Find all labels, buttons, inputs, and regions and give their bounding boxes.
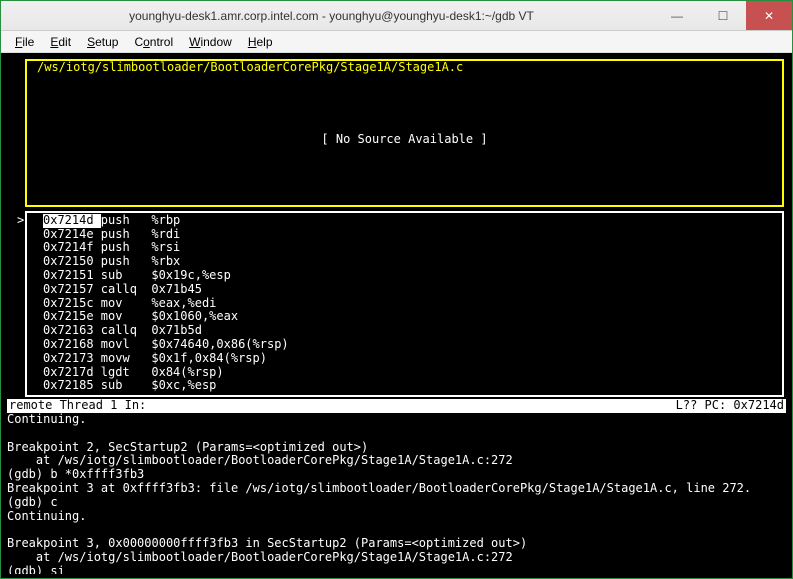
asm-row: 0x7217d lgdt 0x84(%rsp): [31, 366, 778, 380]
asm-marker: [17, 283, 29, 297]
asm-address: 0x7214f: [43, 241, 101, 255]
asm-row: 0x7215c mov %eax,%edi: [31, 297, 778, 311]
asm-instruction: callq 0x71b45: [101, 282, 202, 296]
asm-instruction: mov $0x1060,%eax: [101, 309, 238, 323]
window-title: younghyu-desk1.amr.corp.intel.com - youn…: [9, 9, 654, 23]
asm-row: 0x7215e mov $0x1060,%eax: [31, 310, 778, 324]
terminal[interactable]: /ws/iotg/slimbootloader/BootloaderCorePk…: [1, 53, 792, 578]
asm-instruction: sub $0xc,%esp: [101, 378, 217, 392]
console-line: (gdb) si: [7, 565, 786, 574]
console-line: [7, 523, 786, 537]
asm-instruction: sub $0x19c,%esp: [101, 268, 231, 282]
asm-instruction: push %rsi: [101, 240, 180, 254]
console-line: (gdb) b *0xffff3fb3: [7, 468, 786, 482]
asm-address: 0x72173: [43, 352, 101, 366]
app-window: younghyu-desk1.amr.corp.intel.com - youn…: [0, 0, 793, 579]
asm-row: 0x72150 push %rbx: [31, 255, 778, 269]
asm-row: >0x7214d push %rbp: [31, 214, 778, 228]
asm-row: 0x72185 sub $0xc,%esp: [31, 379, 778, 393]
asm-address: 0x7214e: [43, 228, 101, 242]
asm-instruction: push %rbx: [101, 254, 180, 268]
asm-marker: [17, 324, 29, 338]
minimize-button[interactable]: —: [654, 1, 700, 30]
console-line: (gdb) c: [7, 496, 786, 510]
status-thread: remote Thread 1 In:: [9, 399, 676, 413]
source-pane: /ws/iotg/slimbootloader/BootloaderCorePk…: [25, 59, 784, 207]
asm-row: 0x72151 sub $0x19c,%esp: [31, 269, 778, 283]
asm-marker: [17, 338, 29, 352]
source-path: /ws/iotg/slimbootloader/BootloaderCorePk…: [33, 61, 467, 75]
asm-instruction: push %rdi: [101, 227, 180, 241]
asm-address: 0x72157: [43, 283, 101, 297]
asm-row: 0x72163 callq 0x71b5d: [31, 324, 778, 338]
source-message: [ No Source Available ]: [27, 75, 782, 205]
console-line: Continuing.: [7, 510, 786, 524]
console-line: at /ws/iotg/slimbootloader/BootloaderCor…: [7, 454, 786, 468]
asm-instruction: mov %eax,%edi: [101, 296, 217, 310]
gdb-console[interactable]: Continuing. Breakpoint 2, SecStartup2 (P…: [7, 413, 786, 574]
menu-file[interactable]: File: [9, 33, 40, 51]
titlebar[interactable]: younghyu-desk1.amr.corp.intel.com - youn…: [1, 1, 792, 31]
asm-instruction: lgdt 0x84(%rsp): [101, 365, 224, 379]
maximize-button[interactable]: ☐: [700, 1, 746, 30]
console-line: at /ws/iotg/slimbootloader/BootloaderCor…: [7, 551, 786, 565]
asm-row: 0x72168 movl $0x74640,0x86(%rsp): [31, 338, 778, 352]
asm-marker: >: [17, 214, 29, 228]
console-line: [7, 427, 786, 441]
asm-address: 0x7215e: [43, 310, 101, 324]
menu-window[interactable]: Window: [183, 33, 238, 51]
asm-marker: [17, 269, 29, 283]
menu-control[interactable]: Control: [128, 33, 179, 51]
asm-row: 0x72157 callq 0x71b45: [31, 283, 778, 297]
asm-instruction: movw $0x1f,0x84(%rsp): [101, 351, 267, 365]
asm-row: 0x7214f push %rsi: [31, 241, 778, 255]
asm-address: 0x7214d: [43, 214, 101, 228]
asm-marker: [17, 379, 29, 393]
menubar: File Edit Setup Control Window Help: [1, 31, 792, 53]
asm-address: 0x72168: [43, 338, 101, 352]
close-button[interactable]: ✕: [746, 1, 792, 30]
window-controls: — ☐ ✕: [654, 1, 792, 30]
menu-edit[interactable]: Edit: [44, 33, 77, 51]
asm-marker: [17, 352, 29, 366]
console-line: Breakpoint 3, 0x00000000ffff3fb3 in SecS…: [7, 537, 786, 551]
asm-address: 0x72163: [43, 324, 101, 338]
asm-address: 0x72150: [43, 255, 101, 269]
asm-instruction: movl $0x74640,0x86(%rsp): [101, 337, 289, 351]
asm-address: 0x72185: [43, 379, 101, 393]
menu-help[interactable]: Help: [242, 33, 279, 51]
asm-instruction: callq 0x71b5d: [101, 323, 202, 337]
console-line: Breakpoint 3 at 0xffff3fb3: file /ws/iot…: [7, 482, 786, 496]
console-line: Breakpoint 2, SecStartup2 (Params=<optim…: [7, 441, 786, 455]
asm-instruction: push %rbp: [101, 213, 180, 227]
status-line: remote Thread 1 In: L?? PC: 0x7214d: [7, 399, 786, 413]
disassembly-pane: >0x7214d push %rbp 0x7214e push %rdi 0x7…: [25, 211, 784, 397]
asm-address: 0x7217d: [43, 366, 101, 380]
asm-wrapper: >0x7214d push %rbp 0x7214e push %rdi 0x7…: [7, 207, 786, 397]
asm-address: 0x7215c: [43, 297, 101, 311]
console-line: Continuing.: [7, 413, 786, 427]
asm-row: 0x72173 movw $0x1f,0x84(%rsp): [31, 352, 778, 366]
status-pc: L?? PC: 0x7214d: [676, 399, 784, 413]
menu-setup[interactable]: Setup: [81, 33, 124, 51]
asm-row: 0x7214e push %rdi: [31, 228, 778, 242]
asm-address: 0x72151: [43, 269, 101, 283]
asm-marker: [17, 255, 29, 269]
